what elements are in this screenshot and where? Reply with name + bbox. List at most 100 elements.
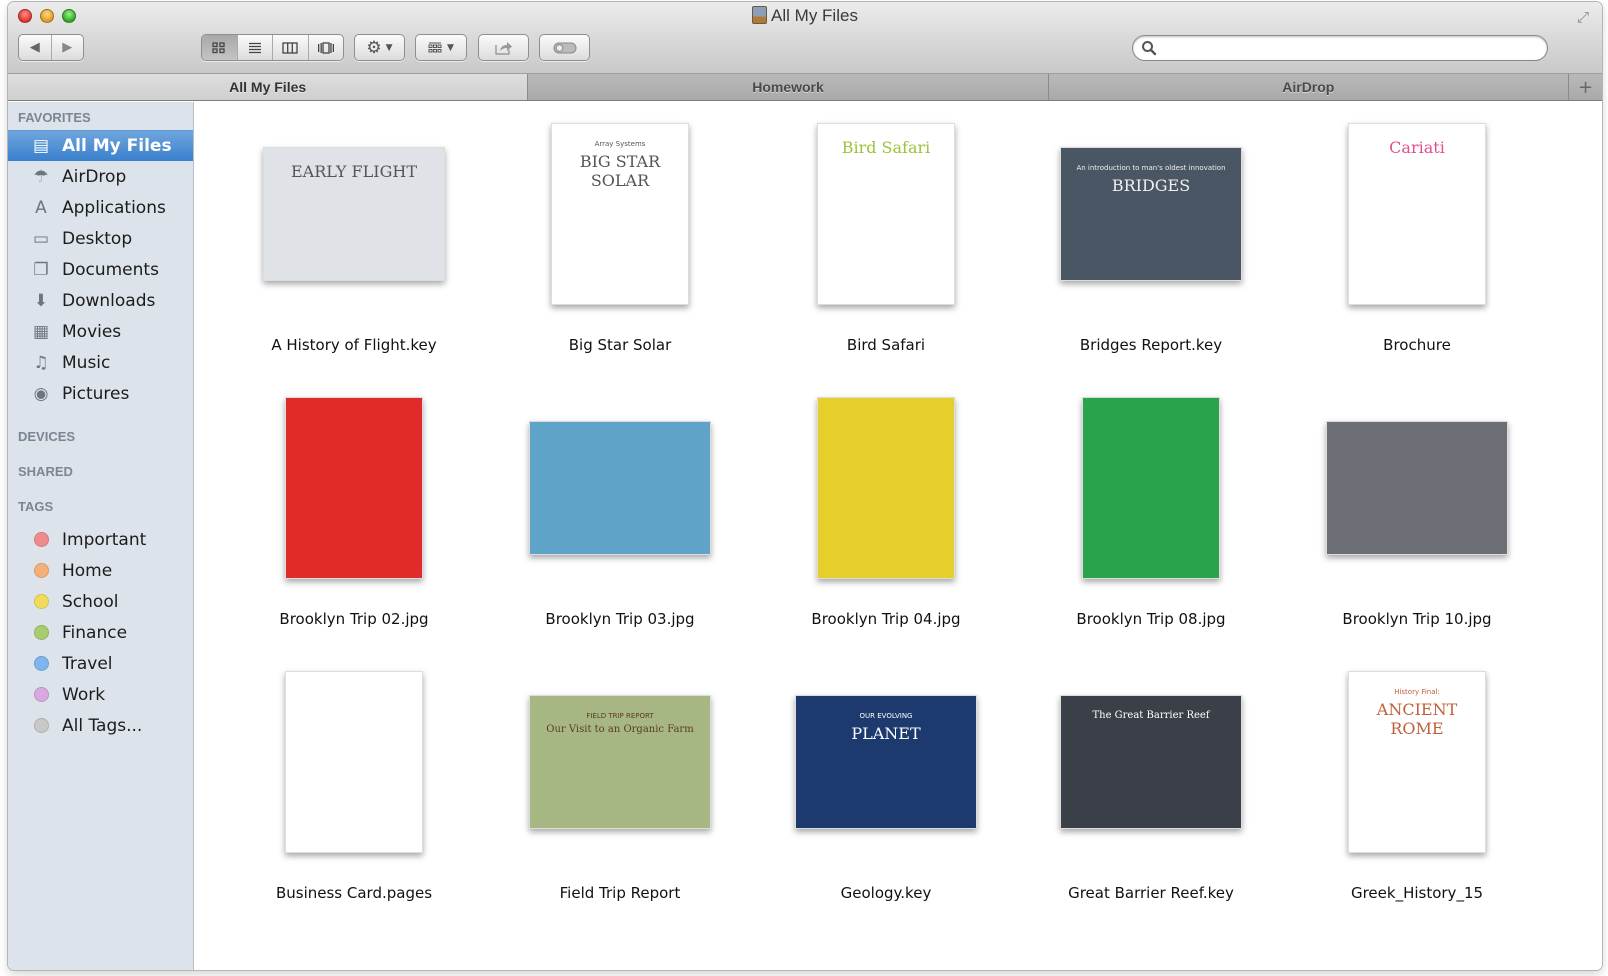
tag-color-dot-icon [30,715,52,737]
list-view-button[interactable] [238,35,273,60]
file-thumbnail[interactable]: An introduction to man's oldest innovati… [1060,147,1242,281]
sidebar-item-applications[interactable]: A Applications [8,192,193,223]
share-button[interactable] [478,34,529,61]
file-thumbnail[interactable]: The Great Barrier Reef [1060,695,1242,829]
action-menu-button[interactable]: ⚙ ▼ [354,34,405,61]
documents-icon: ❐ [33,259,49,280]
sidebar-item-label: Music [62,352,111,373]
thumbnail-title: BRIDGES [1111,176,1191,195]
sidebar-tag-travel[interactable]: Travel [8,648,193,679]
search-input[interactable] [1161,38,1537,58]
tab-homework[interactable]: Homework [527,74,1047,100]
tag-label: School [62,591,119,612]
file-name: Greek_History_15 [1350,884,1484,902]
tag-color-dot-icon [30,529,52,551]
list-view-icon [248,42,261,53]
sidebar-item-music[interactable]: ♫ Music [8,347,193,378]
file-name: Brooklyn Trip 10.jpg [1342,610,1492,628]
tag-label: Important [62,529,147,550]
edit-tags-button[interactable] [539,34,590,61]
sidebar-item-movies[interactable]: ▦ Movies [8,316,193,347]
thumbnail-container [1018,388,1284,588]
forward-arrow-icon: ▶ [62,40,73,55]
search-field[interactable] [1132,35,1548,61]
file-item[interactable]: An introduction to man's oldest innovati… [1018,114,1284,384]
file-thumbnail[interactable]: FIELD TRIP REPORT Our Visit to an Organic… [529,695,711,829]
sidebar-item-desktop[interactable]: ▭ Desktop [8,223,193,254]
cover-flow-view-button[interactable] [309,35,344,60]
file-item[interactable]: EARLY FLIGHT A History of Flight.key [221,114,487,384]
sidebar-tag-important[interactable]: Important [8,524,193,555]
back-button[interactable]: ◀ [19,35,52,60]
sidebar-item-pictures[interactable]: ◉ Pictures [8,378,193,409]
sidebar: FAVORITES ▤ All My Files ☂ AirDrop A Applicat… [8,102,194,970]
sidebar-item-all-my-files[interactable]: ▤ All My Files [8,130,193,161]
file-item[interactable]: Cariati Brochure [1284,114,1550,384]
tag-toggle-icon [553,42,576,53]
thumbnail-title: Our Visit to an Organic Farm [546,724,694,735]
file-item[interactable]: Brooklyn Trip 02.jpg [221,388,487,658]
file-thumbnail[interactable] [1082,397,1220,579]
sidebar-tag-all-tags[interactable]: All Tags... [8,710,193,741]
icon-view-icon [212,41,225,53]
thumbnail-container: Cariati [1284,114,1550,314]
sidebar-header-devices[interactable]: DEVICES [8,419,193,454]
tag-color-dot-icon [30,591,52,613]
file-thumbnail[interactable] [1326,421,1508,555]
file-thumbnail[interactable] [285,671,423,853]
sidebar-tag-home[interactable]: Home [8,555,193,586]
thumbnail-container [221,662,487,862]
column-view-button[interactable] [273,35,309,60]
tab-all-my-files[interactable]: All My Files [8,74,528,100]
sidebar-tag-finance[interactable]: Finance [8,617,193,648]
file-thumbnail[interactable]: Cariati [1348,123,1486,305]
thumbnail-container: OUR EVOLVING PLANET [753,662,1019,862]
file-thumbnail[interactable]: Bird Safari [817,123,955,305]
forward-button[interactable]: ▶ [52,35,84,60]
file-item[interactable]: Business Card.pages [221,662,487,932]
file-name: Geology.key [840,884,932,902]
sidebar-item-downloads[interactable]: ⬇ Downloads [8,285,193,316]
arrange-menu-button[interactable]: ▼ [415,34,467,61]
thumbnail-container: An introduction to man's oldest innovati… [1018,114,1284,314]
file-name: Great Barrier Reef.key [1068,884,1234,902]
column-view-icon [282,41,298,54]
thumbnail-subtitle: An introduction to man's oldest innovati… [1076,164,1226,172]
file-item[interactable]: Bird Safari Bird Safari [753,114,1019,384]
sidebar-item-documents[interactable]: ❐ Documents [8,254,193,285]
file-item[interactable]: The Great Barrier Reef Great Barrier Reef… [1018,662,1284,932]
file-thumbnail[interactable]: Array Systems BIG STAR SOLAR [551,123,689,305]
icon-view-button[interactable] [202,35,238,60]
sidebar-item-airdrop[interactable]: ☂ AirDrop [8,161,193,192]
thumbnail-container [753,388,1019,588]
file-name: Brooklyn Trip 02.jpg [279,610,429,628]
file-thumbnail[interactable] [817,397,955,579]
file-item[interactable]: History Final: ANCIENT ROME Greek_History_… [1284,662,1550,932]
file-thumbnail[interactable] [285,397,423,579]
sidebar-tag-school[interactable]: School [8,586,193,617]
tab-airdrop[interactable]: AirDrop [1047,74,1568,100]
file-item[interactable]: Brooklyn Trip 10.jpg [1284,388,1550,658]
file-item[interactable]: Brooklyn Trip 04.jpg [753,388,1019,658]
file-item[interactable]: FIELD TRIP REPORT Our Visit to an Organic… [487,662,753,932]
file-item[interactable]: Array Systems BIG STAR SOLAR Big Star Sola… [487,114,753,384]
thumbnail-container [487,388,753,588]
file-item[interactable]: OUR EVOLVING PLANET Geology.key [753,662,1019,932]
sidebar-header-shared[interactable]: SHARED [8,454,193,489]
file-item[interactable]: Brooklyn Trip 08.jpg [1018,388,1284,658]
file-name: Field Trip Report [559,884,681,902]
back-arrow-icon: ◀ [29,40,40,55]
share-icon [494,41,512,55]
new-tab-button[interactable]: + [1567,74,1602,100]
file-thumbnail[interactable]: OUR EVOLVING PLANET [795,695,977,829]
file-thumbnail[interactable]: EARLY FLIGHT [263,147,445,281]
cover-flow-icon [317,41,334,54]
file-thumbnail[interactable] [529,421,711,555]
tag-color-dot-icon [30,560,52,582]
sidebar-tag-work[interactable]: Work [8,679,193,710]
file-item[interactable]: Brooklyn Trip 03.jpg [487,388,753,658]
sidebar-item-label: Pictures [62,383,130,404]
music-icon: ♫ [33,352,49,373]
file-thumbnail[interactable]: History Final: ANCIENT ROME [1348,671,1486,853]
fullscreen-icon[interactable]: ⤢ [1574,8,1592,26]
